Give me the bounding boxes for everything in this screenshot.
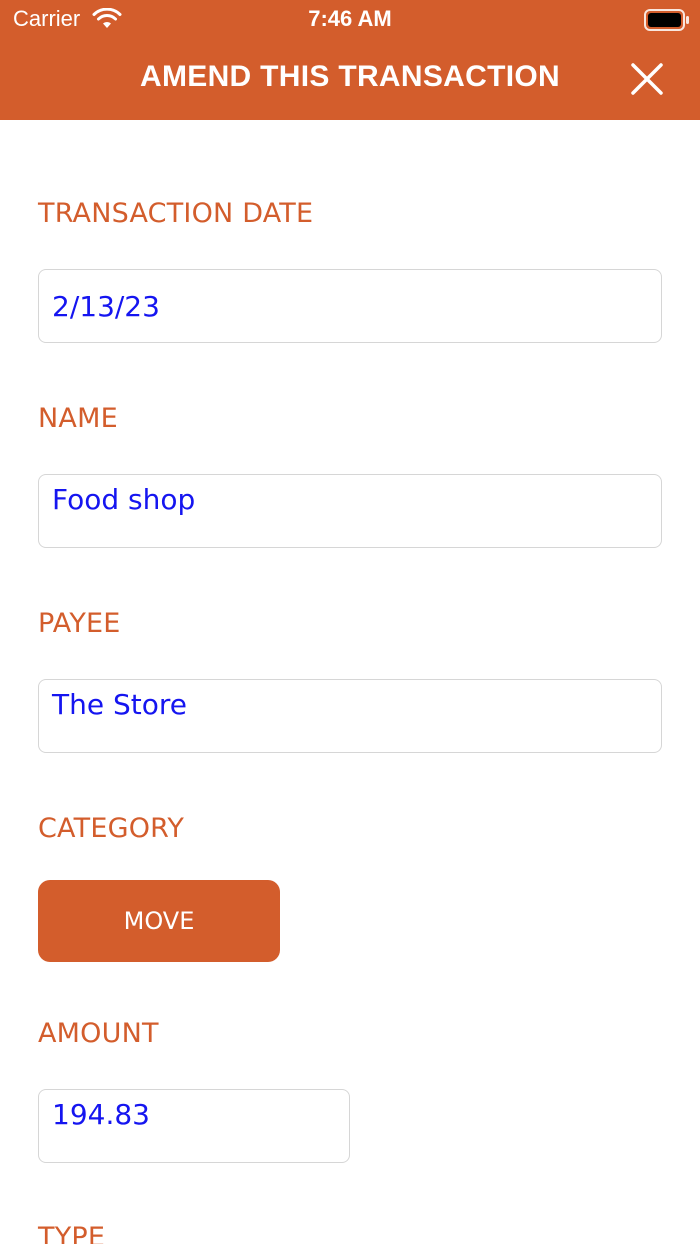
transaction-date-value: 2/13/23 — [52, 290, 160, 323]
type-label: TYPE — [38, 1222, 106, 1244]
transaction-date-label: TRANSACTION DATE — [38, 198, 314, 229]
battery-icon — [644, 9, 689, 31]
payee-field[interactable]: The Store — [38, 679, 662, 753]
page-title: AMEND THIS TRANSACTION — [140, 60, 560, 93]
status-bar: Carrier 7:46 AM — [0, 0, 700, 40]
amount-value: 194.83 — [52, 1098, 150, 1131]
amend-transaction-screen: Carrier 7:46 AM AMEND THIS TRANSACTION T… — [0, 0, 700, 1244]
transaction-date-field[interactable]: 2/13/23 — [38, 269, 662, 343]
category-move-button[interactable]: MOVE — [38, 880, 280, 962]
category-label: CATEGORY — [38, 813, 185, 844]
close-icon[interactable] — [624, 56, 670, 102]
amount-label: AMOUNT — [38, 1018, 159, 1049]
amount-field[interactable]: 194.83 — [38, 1089, 350, 1163]
name-value: Food shop — [52, 483, 196, 516]
header-bar: Carrier 7:46 AM AMEND THIS TRANSACTION — [0, 0, 700, 120]
status-time: 7:46 AM — [308, 6, 392, 31]
name-label: NAME — [38, 403, 118, 434]
name-field[interactable]: Food shop — [38, 474, 662, 548]
payee-value: The Store — [52, 688, 187, 721]
payee-label: PAYEE — [38, 608, 121, 639]
